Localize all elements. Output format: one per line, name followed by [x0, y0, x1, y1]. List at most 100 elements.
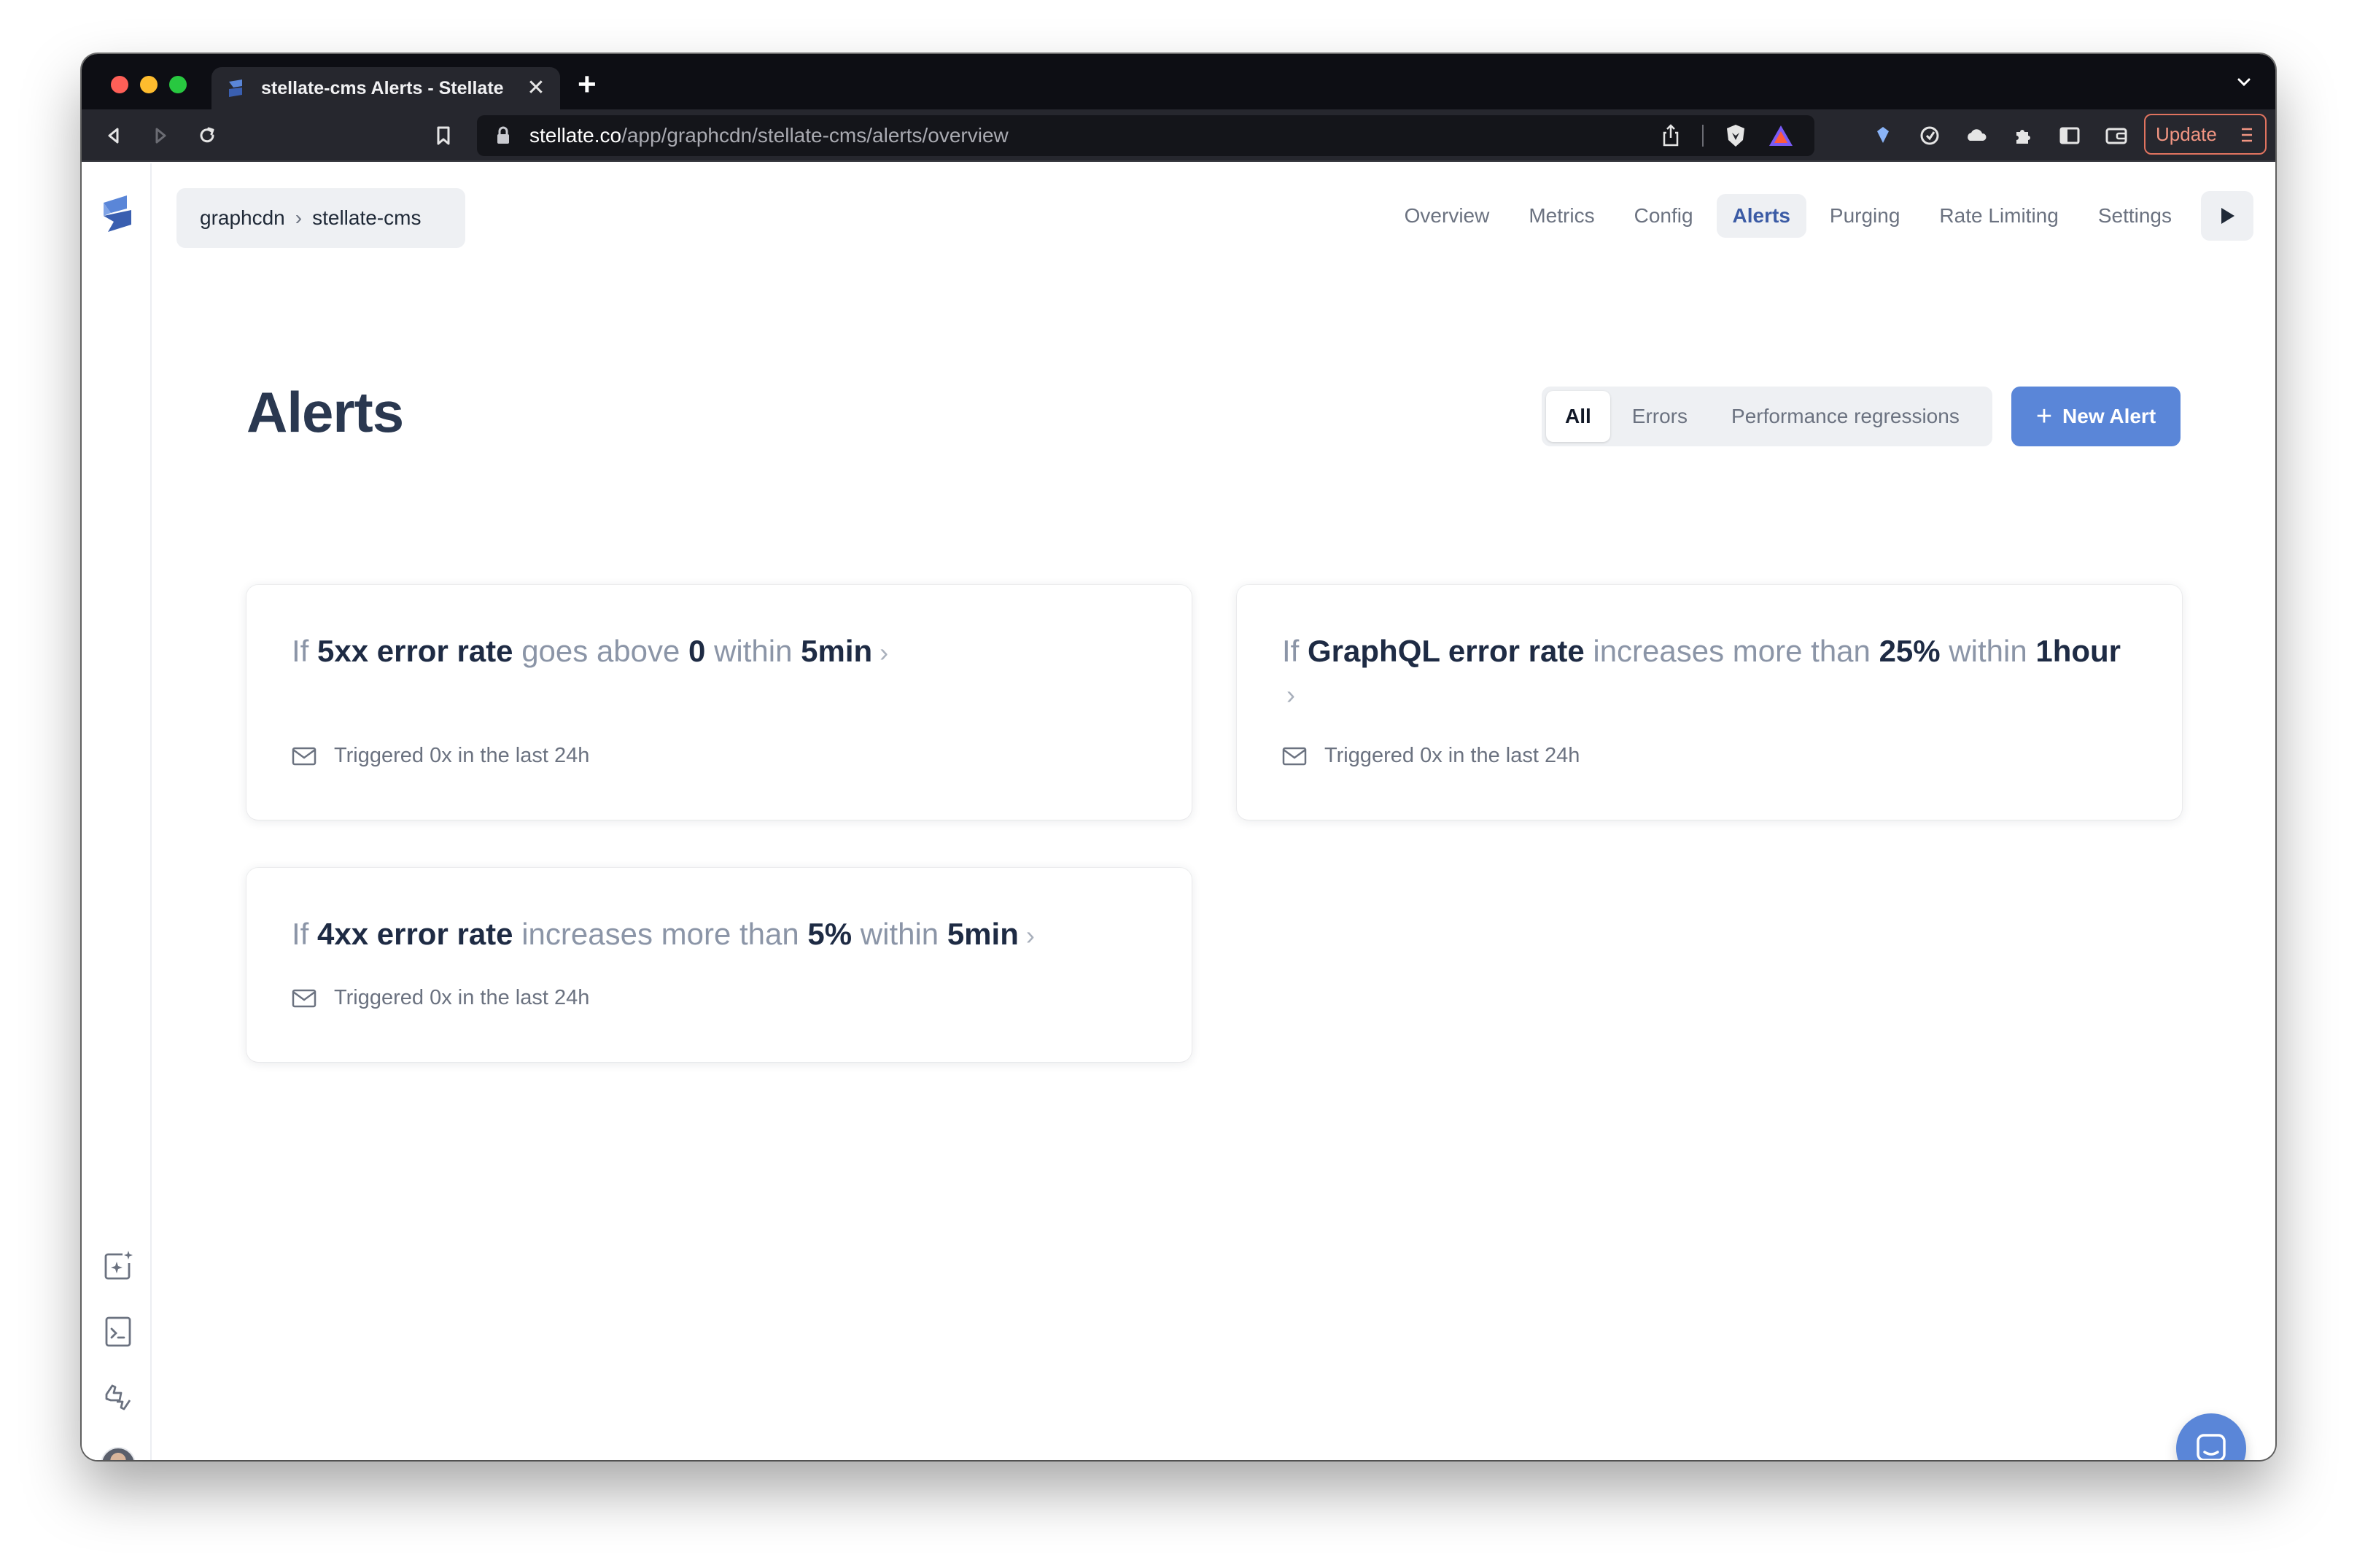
- url-host: stellate.co: [529, 124, 622, 147]
- close-tab-button[interactable]: ✕: [525, 77, 547, 99]
- app-content: graphcdn › stellate-cms Overview Metrics…: [82, 163, 2275, 1460]
- browser-toolbar: stellate.co /app/graphcdn/stellate-cms/a…: [82, 109, 2275, 162]
- extension-cloud-icon[interactable]: [1963, 123, 1989, 149]
- nav-overview[interactable]: Overview: [1389, 194, 1506, 238]
- alert-triggered-count: Triggered 0x in the last 24h: [334, 744, 590, 767]
- chat-bubble-icon: [2197, 1434, 2226, 1460]
- update-label: Update: [2156, 123, 2217, 145]
- feedback-icon[interactable]: [101, 1380, 136, 1415]
- stellate-logo-icon[interactable]: [98, 193, 137, 235]
- breadcrumb-project[interactable]: stellate-cms: [312, 206, 421, 230]
- alert-text: increases more than: [1584, 634, 1879, 668]
- sidebar: [82, 163, 152, 1460]
- alert-metric: 5xx error rate: [317, 634, 513, 668]
- nav-metrics[interactable]: Metrics: [1513, 194, 1610, 238]
- new-tab-button[interactable]: +: [578, 69, 597, 101]
- extension-vpn-icon[interactable]: [1917, 123, 1943, 149]
- extension-diamond-icon[interactable]: [1870, 123, 1896, 149]
- alert-condition: If 4xx error rate increases more than 5%…: [292, 913, 1146, 957]
- alert-text: within: [705, 634, 801, 668]
- address-bar[interactable]: stellate.co /app/graphcdn/stellate-cms/a…: [477, 115, 1814, 156]
- alert-meta: Triggered 0x in the last 24h: [1282, 744, 1580, 768]
- chevron-right-icon: ›: [1025, 920, 1035, 950]
- alert-filter: All Errors Performance regressions: [1542, 387, 1992, 446]
- breadcrumb-org[interactable]: graphcdn: [200, 206, 285, 230]
- tab-list-chevron-icon[interactable]: [2233, 71, 2255, 93]
- alert-meta: Triggered 0x in the last 24h: [292, 744, 589, 768]
- filter-errors[interactable]: Errors: [1610, 391, 1709, 442]
- alert-metric: GraphQL error rate: [1308, 634, 1585, 668]
- nav-settings[interactable]: Settings: [2082, 194, 2188, 238]
- alert-window: 5min: [947, 917, 1019, 951]
- new-alert-label: New Alert: [2062, 405, 2156, 427]
- alert-window: 1hour: [2035, 634, 2121, 668]
- user-avatar[interactable]: [101, 1447, 136, 1460]
- filter-all[interactable]: All: [1546, 391, 1610, 442]
- alert-text: increases more than: [513, 917, 808, 951]
- maximize-window-button[interactable]: [169, 76, 187, 93]
- divider: [1702, 125, 1704, 147]
- terminal-icon[interactable]: [101, 1314, 136, 1349]
- nav-purging[interactable]: Purging: [1814, 194, 1917, 238]
- minimize-window-button[interactable]: [140, 76, 158, 93]
- chat-support-button[interactable]: [2176, 1413, 2246, 1460]
- chevron-right-icon: ›: [1286, 680, 1295, 710]
- mail-icon: [1282, 747, 1307, 765]
- nav-more-button[interactable]: [2201, 191, 2253, 241]
- alert-threshold: 0: [688, 634, 706, 668]
- alert-triggered-count: Triggered 0x in the last 24h: [334, 986, 590, 1009]
- menu-icon: [2242, 128, 2252, 142]
- alert-text: within: [852, 917, 947, 951]
- alert-meta: Triggered 0x in the last 24h: [292, 986, 589, 1010]
- mail-icon: [292, 989, 317, 1007]
- alert-card[interactable]: If GraphQL error rate increases more tha…: [1237, 585, 2182, 820]
- nav-rate-limiting[interactable]: Rate Limiting: [1923, 194, 2074, 238]
- alert-text: If: [292, 634, 318, 668]
- back-icon[interactable]: [101, 123, 127, 149]
- plus-icon: +: [2035, 401, 2053, 432]
- alert-text: goes above: [513, 634, 689, 668]
- nav-alerts[interactable]: Alerts: [1716, 194, 1806, 238]
- url-path: /app/graphcdn/stellate-cms/alerts/overvi…: [621, 124, 1009, 147]
- alert-card[interactable]: If 5xx error rate goes above 0 within 5m…: [246, 585, 1192, 820]
- alert-condition: If GraphQL error rate increases more tha…: [1282, 630, 2137, 716]
- address-bar-actions: [1660, 123, 1794, 149]
- nav-config[interactable]: Config: [1618, 194, 1709, 238]
- brave-shield-icon[interactable]: [1724, 123, 1747, 149]
- alert-triggered-count: Triggered 0x in the last 24h: [1324, 744, 1580, 767]
- filter-performance-regressions[interactable]: Performance regressions: [1709, 391, 1981, 442]
- tab-strip: stellate-cms Alerts - Stellate ✕ +: [82, 54, 2275, 109]
- brave-rewards-icon[interactable]: [1768, 123, 1794, 148]
- lock-icon: [497, 126, 509, 144]
- extensions-puzzle-icon[interactable]: [2010, 123, 2036, 149]
- share-icon[interactable]: [1660, 123, 1682, 148]
- sidebar-toggle-icon[interactable]: [2057, 123, 2083, 149]
- browser-tab[interactable]: stellate-cms Alerts - Stellate ✕: [211, 67, 560, 109]
- mail-icon: [292, 747, 317, 765]
- alert-card[interactable]: If 4xx error rate increases more than 5%…: [246, 868, 1192, 1062]
- tab-title: stellate-cms Alerts - Stellate: [261, 77, 504, 98]
- alert-condition: If 5xx error rate goes above 0 within 5m…: [292, 630, 1146, 674]
- close-window-button[interactable]: [111, 76, 128, 93]
- breadcrumb[interactable]: graphcdn › stellate-cms: [176, 188, 465, 248]
- alert-text: within: [1940, 634, 2036, 668]
- alert-threshold: 5%: [807, 917, 853, 951]
- browser-window: stellate-cms Alerts - Stellate ✕ + stell…: [82, 54, 2275, 1460]
- alert-text: If: [1282, 634, 1308, 668]
- alert-metric: 4xx error rate: [317, 917, 513, 951]
- alert-text: If: [292, 917, 318, 951]
- bookmark-icon[interactable]: [430, 123, 457, 149]
- chevron-right-icon: ›: [879, 637, 889, 667]
- ai-sparkle-icon[interactable]: [101, 1249, 136, 1284]
- reload-icon[interactable]: [194, 123, 220, 149]
- forward-icon[interactable]: [147, 123, 174, 149]
- wallet-icon[interactable]: [2103, 123, 2129, 149]
- breadcrumb-separator: ›: [295, 206, 303, 229]
- page-title: Alerts: [246, 380, 404, 444]
- stellate-favicon-icon: [229, 79, 242, 97]
- alert-window: 5min: [801, 634, 873, 668]
- play-icon: [2221, 208, 2234, 224]
- alert-threshold: 25%: [1879, 634, 1941, 668]
- update-button[interactable]: Update: [2144, 114, 2267, 155]
- new-alert-button[interactable]: + New Alert: [2011, 387, 2181, 446]
